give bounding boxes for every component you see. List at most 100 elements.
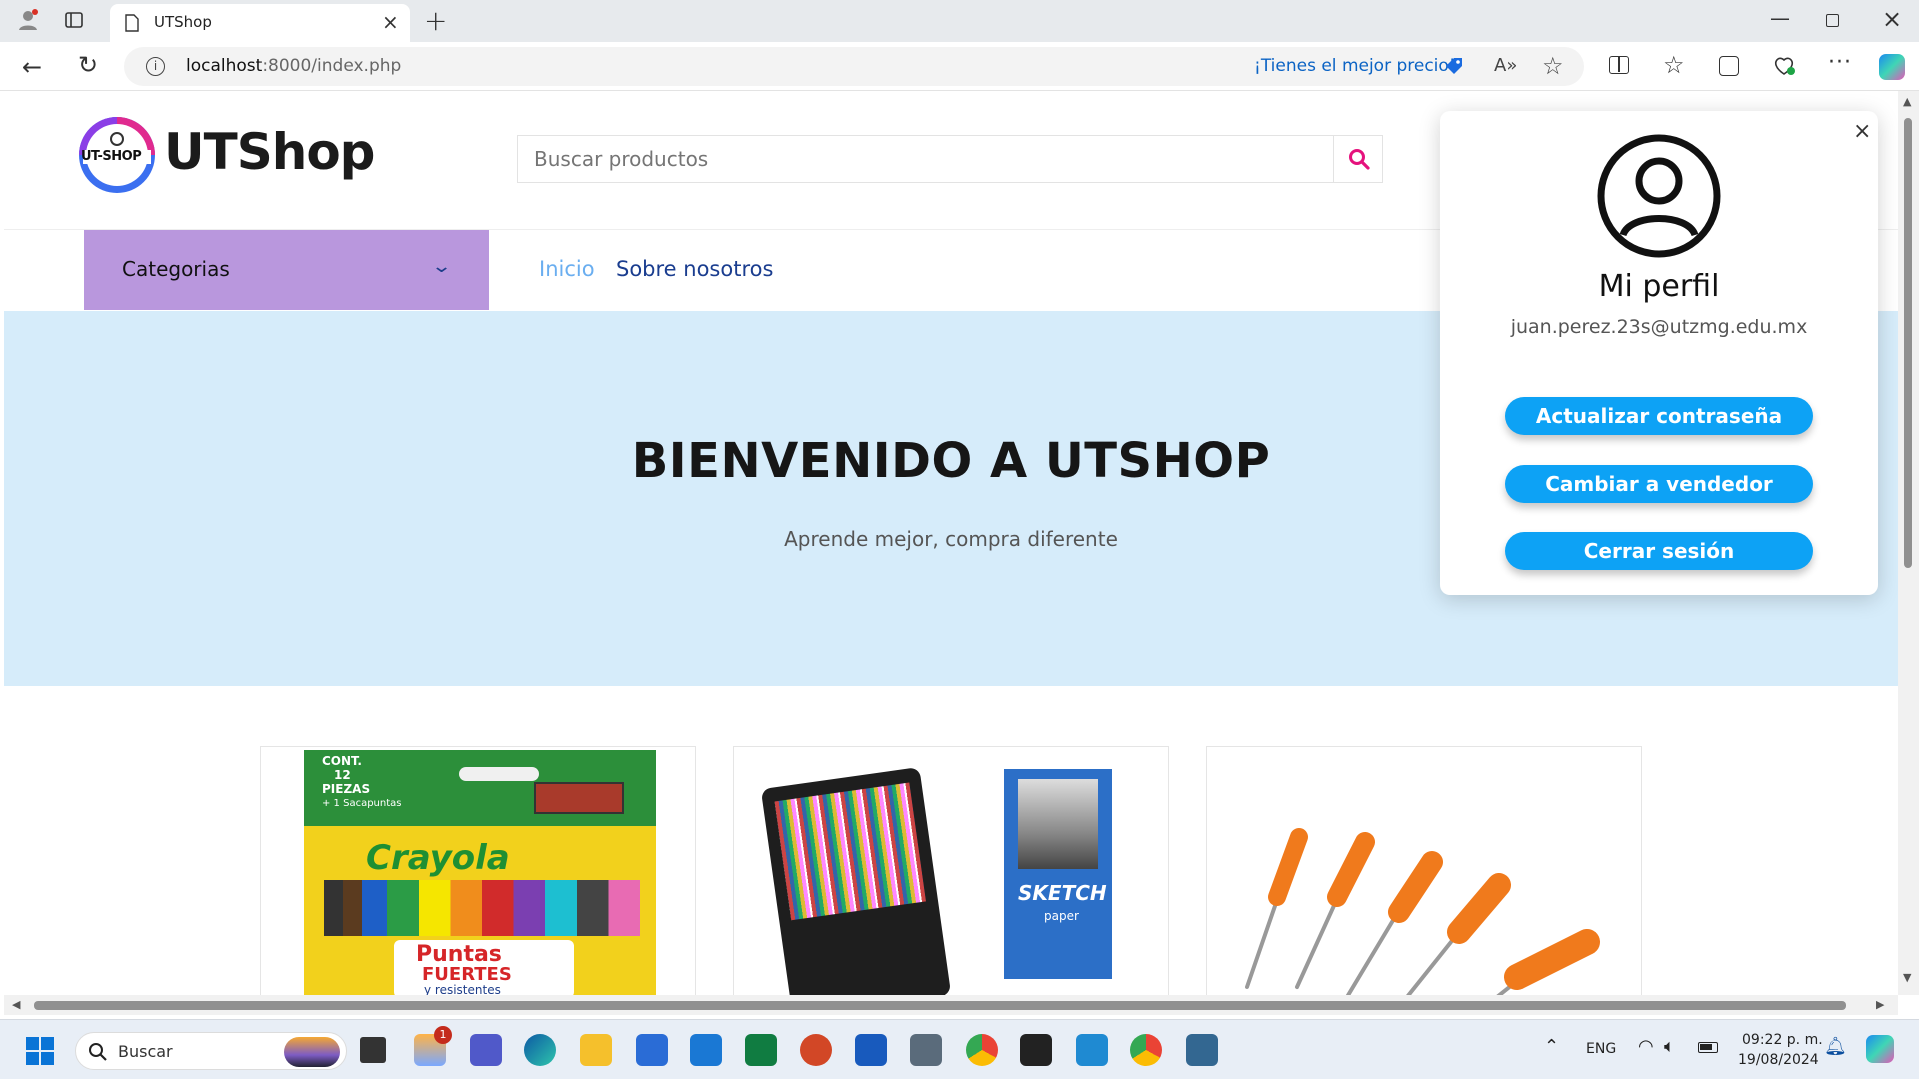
crayola-sharpener: + 1 Sacapuntas <box>322 798 402 809</box>
profile-close-icon[interactable]: × <box>1853 119 1871 144</box>
nav-link-inicio[interactable]: Inicio <box>539 257 595 281</box>
workspaces-icon[interactable] <box>64 10 84 30</box>
start-icon[interactable] <box>26 1037 54 1065</box>
profile-title: Mi perfil <box>1598 269 1720 304</box>
tray-chevron-icon[interactable]: ⌃ <box>1544 1036 1559 1057</box>
window-close-icon[interactable]: × <box>1882 5 1902 33</box>
vscode-icon[interactable] <box>1076 1034 1108 1066</box>
url-host: localhost <box>186 56 263 76</box>
crayola-cont: CONT. <box>322 754 362 768</box>
split-screen-icon[interactable] <box>1609 56 1629 74</box>
weather-badge: 1 <box>434 1026 452 1044</box>
user-avatar-icon <box>1596 133 1722 259</box>
browser-essentials-icon[interactable] <box>1773 56 1795 76</box>
powerpoint-icon[interactable] <box>800 1034 832 1066</box>
product-image-pencil-case <box>760 766 952 995</box>
tab-close-icon[interactable]: × <box>382 10 399 34</box>
battery-icon[interactable] <box>1698 1042 1718 1053</box>
switch-to-seller-button[interactable]: Cambiar a vendedor <box>1505 465 1813 503</box>
search-input[interactable] <box>518 136 1334 182</box>
volume-icon[interactable]: 🔈︎ <box>1664 1036 1675 1057</box>
price-tag-icon[interactable] <box>1444 56 1464 76</box>
copilot-icon[interactable] <box>1879 54 1905 80</box>
profile-icon[interactable] <box>16 8 40 32</box>
categories-dropdown[interactable]: Categorias ⌄ <box>84 230 489 310</box>
info-icon[interactable]: i <box>146 57 165 76</box>
browser-tab-bar: UTShop × + — × <box>0 0 1919 42</box>
edge-icon[interactable] <box>524 1034 556 1066</box>
teams-icon[interactable] <box>470 1034 502 1066</box>
windows-taskbar: Buscar 1 ⌃ ENG ◠ 🔈︎ 09:22 p. m. 19/08/20… <box>0 1019 1919 1079</box>
url-field[interactable]: i localhost:8000/index.php ¡Tienes el me… <box>124 47 1584 86</box>
product-image-screwdrivers <box>1207 747 1641 995</box>
crayola-crayons <box>324 880 640 936</box>
collections-icon[interactable] <box>1719 56 1739 76</box>
mail-icon[interactable] <box>690 1034 722 1066</box>
weather-icon[interactable]: 1 <box>414 1026 452 1066</box>
vertical-scroll-thumb[interactable] <box>1904 118 1912 568</box>
postgres-icon[interactable] <box>1186 1034 1218 1066</box>
profile-email: juan.perez.23s@utzmg.edu.mx <box>1510 316 1808 338</box>
logo-text: UT-SHOP <box>81 149 142 164</box>
word-icon[interactable] <box>855 1034 887 1066</box>
taskbar-search-icon <box>89 1043 107 1061</box>
search-icon <box>1349 149 1370 170</box>
scroll-up-icon[interactable]: ▲ <box>1903 95 1911 108</box>
crayola-window <box>459 767 539 781</box>
browser-address-bar: ← ↻ i localhost:8000/index.php ¡Tienes e… <box>0 42 1919 91</box>
product-card-screwdrivers[interactable] <box>1206 746 1642 995</box>
taskbar-search[interactable]: Buscar <box>75 1032 347 1070</box>
favorite-star-icon[interactable]: ☆ <box>1542 52 1564 80</box>
horizontal-scroll-thumb[interactable] <box>34 1001 1846 1010</box>
notifications-bell-icon[interactable]: 🔔︎ <box>1824 1036 1847 1057</box>
minimize-icon[interactable]: — <box>1770 6 1790 30</box>
store-icon[interactable] <box>636 1034 668 1066</box>
nav-link-sobre-nosotros[interactable]: Sobre nosotros <box>616 257 773 281</box>
search-button[interactable] <box>1333 136 1383 182</box>
update-password-button[interactable]: Actualizar contraseña <box>1505 397 1813 435</box>
search-box <box>517 135 1383 183</box>
more-icon[interactable]: ··· <box>1828 52 1852 74</box>
sketch-label: SKETCH <box>1018 881 1107 905</box>
favorites-icon[interactable]: ☆ <box>1663 53 1685 77</box>
new-tab-icon[interactable]: + <box>424 4 447 37</box>
chrome-profile-icon[interactable] <box>1130 1034 1162 1066</box>
restore-icon[interactable] <box>1826 14 1839 27</box>
product-card-sketch[interactable]: SKETCH paper <box>733 746 1169 995</box>
crayola-badge-line2: FUERTES <box>422 964 512 985</box>
url-path: :8000/index.php <box>262 56 402 76</box>
clock-time[interactable]: 09:22 p. m. <box>1742 1032 1823 1048</box>
logout-button[interactable]: Cerrar sesión <box>1505 532 1813 570</box>
crayola-pieces: PIEZAS <box>322 782 371 796</box>
scroll-down-icon[interactable]: ▼ <box>1903 971 1911 984</box>
task-view-icon[interactable] <box>360 1037 386 1063</box>
language-indicator[interactable]: ENG <box>1586 1041 1616 1057</box>
crayola-badge: Puntas FUERTES y resistentes <box>394 940 574 995</box>
brand-name[interactable]: UTShop <box>164 123 375 181</box>
product-card-crayola[interactable]: CONT. 12 PIEZAS + 1 Sacapuntas Crayola P… <box>260 746 696 995</box>
terminal-icon[interactable] <box>1020 1034 1052 1066</box>
sketch-photo <box>1018 779 1098 869</box>
screwdrivers-art <box>1245 828 1600 995</box>
reload-icon[interactable]: ↻ <box>78 53 98 77</box>
read-aloud-icon[interactable]: A» <box>1494 55 1517 76</box>
scroll-left-icon[interactable]: ◀ <box>12 998 20 1011</box>
tab-utshop[interactable]: UTShop × <box>110 4 410 42</box>
camera-icon[interactable] <box>910 1034 942 1066</box>
chrome-icon[interactable] <box>966 1034 998 1066</box>
crayola-badge-line3: y resistentes <box>424 983 501 995</box>
file-explorer-icon[interactable] <box>580 1034 612 1066</box>
wifi-icon[interactable]: ◠ <box>1638 1036 1654 1057</box>
horizontal-scrollbar[interactable]: ◀ ▶ <box>4 995 1898 1015</box>
copilot-taskbar-icon[interactable] <box>1866 1035 1894 1063</box>
url-text: localhost:8000/index.php <box>186 56 401 76</box>
crayola-brand: Crayola <box>366 838 510 878</box>
clock-date[interactable]: 19/08/2024 <box>1738 1052 1819 1068</box>
scroll-right-icon[interactable]: ▶ <box>1876 998 1884 1011</box>
site-logo[interactable]: UT-SHOP <box>77 115 157 195</box>
price-promo[interactable]: ¡Tienes el mejor precio! <box>1254 56 1456 76</box>
page-icon <box>124 14 140 32</box>
excel-icon[interactable] <box>745 1034 777 1066</box>
vertical-scrollbar[interactable]: ▲ ▼ <box>1898 91 1919 995</box>
back-icon[interactable]: ← <box>22 55 42 79</box>
